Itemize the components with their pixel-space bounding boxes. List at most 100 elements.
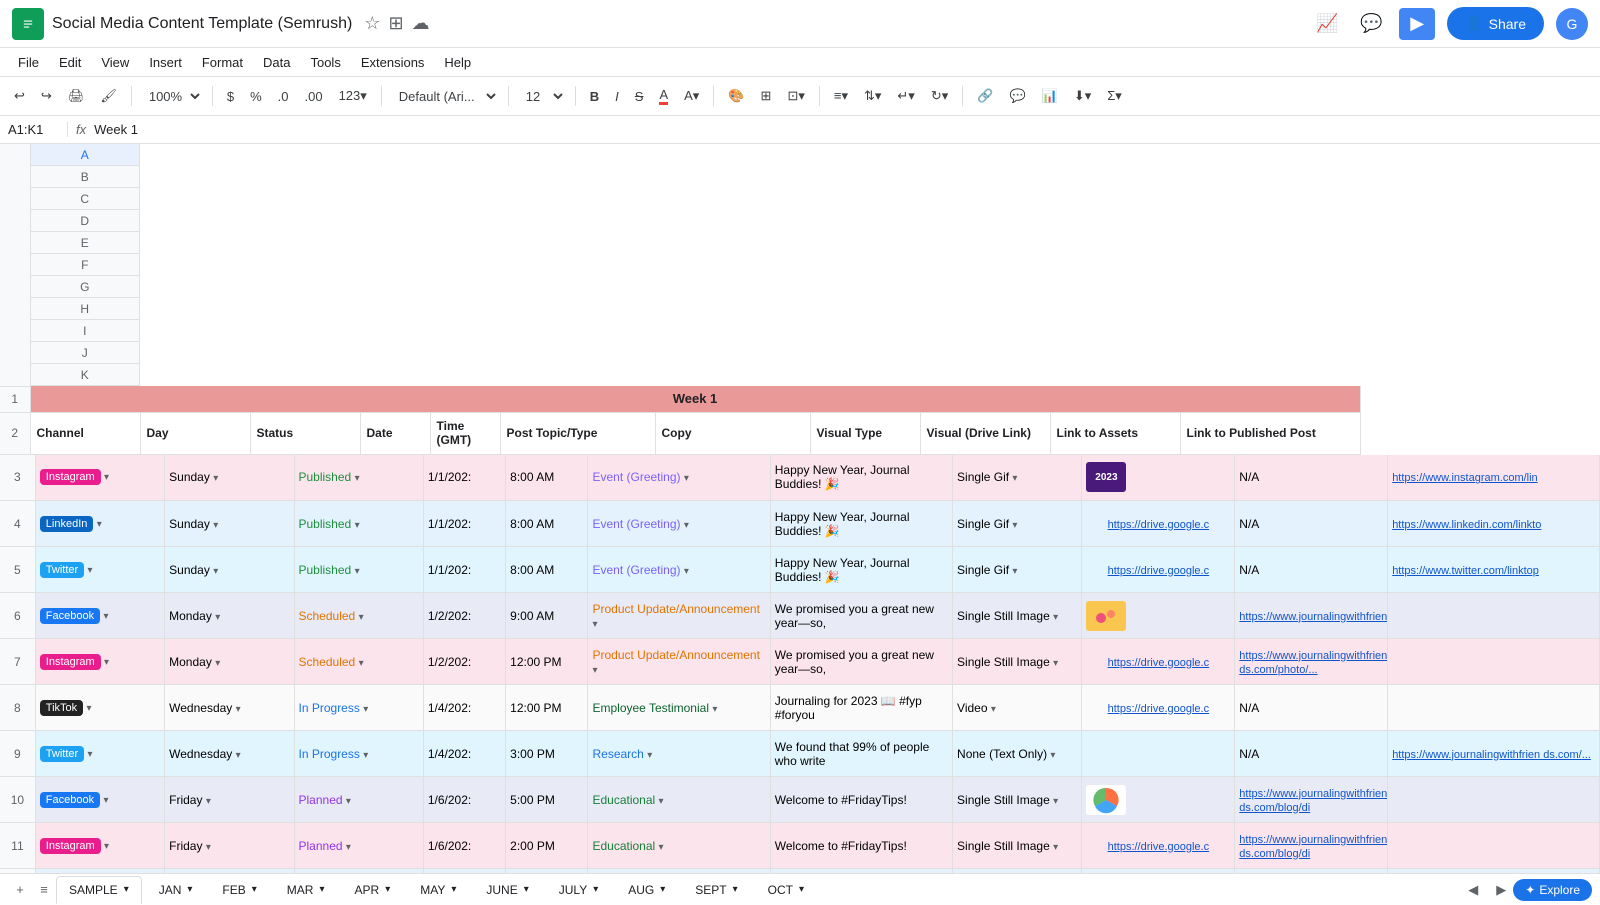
day-dropdown[interactable]: ▾ <box>213 520 218 531</box>
col-header-D[interactable]: D <box>31 210 141 232</box>
sheet-tab-jan[interactable]: JAN▾ <box>146 876 206 904</box>
menu-edit[interactable]: Edit <box>49 51 91 74</box>
currency-button[interactable]: $ <box>221 85 240 108</box>
scroll-left-button[interactable]: ◀ <box>1461 878 1485 902</box>
drive-link[interactable]: https://drive.google.c <box>1108 519 1210 531</box>
channel-dropdown[interactable]: ▾ <box>97 519 102 530</box>
print-button[interactable]: 🖨 <box>62 84 91 108</box>
visual-type-dropdown[interactable]: ▾ <box>1053 658 1058 669</box>
merge-button[interactable]: ⊡▾ <box>781 84 810 108</box>
sheet-tab-june[interactable]: JUNE▾ <box>473 876 541 904</box>
col-header-E[interactable]: E <box>31 232 141 254</box>
channel-dropdown[interactable]: ▾ <box>103 611 108 622</box>
asset-link[interactable]: https://www.journalingwithfrien ds.com/p… <box>1239 650 1387 676</box>
row-header[interactable]: 11 <box>0 823 35 869</box>
row-header[interactable]: 5 <box>0 547 35 593</box>
cell-reference[interactable]: A1:K1 <box>8 122 68 137</box>
col-header-I[interactable]: I <box>31 320 141 342</box>
format-num-button[interactable]: 123▾ <box>333 84 373 108</box>
tab-arrow[interactable]: ▾ <box>319 884 324 895</box>
sheet-tab-sample[interactable]: SAMPLE▾ <box>56 876 142 904</box>
post-type-dropdown[interactable]: ▾ <box>592 619 597 630</box>
day-dropdown[interactable]: ▾ <box>236 750 241 761</box>
chart-button[interactable]: 📊 <box>1036 84 1064 108</box>
underline-button[interactable]: A <box>653 83 674 109</box>
post-type-dropdown[interactable]: ▾ <box>684 520 689 531</box>
channel-dropdown[interactable]: ▾ <box>104 657 109 668</box>
tab-arrow[interactable]: ▾ <box>451 884 456 895</box>
comment-add-button[interactable]: 💬 <box>1003 84 1031 108</box>
col-header-A[interactable]: A <box>31 144 141 166</box>
sheet-tab-feb[interactable]: FEB▾ <box>209 876 269 904</box>
sheet-tab-oct[interactable]: OCT▾ <box>755 876 817 904</box>
explore-button[interactable]: ✦ Explore <box>1513 879 1592 901</box>
meet-icon[interactable]: ▶ <box>1399 8 1435 40</box>
italic-button[interactable]: I <box>609 85 625 108</box>
row-header-1[interactable]: 1 <box>0 386 30 412</box>
status-dropdown[interactable]: ▾ <box>363 750 368 761</box>
published-link[interactable]: https://www.twitter.com/linktop <box>1392 565 1539 577</box>
tab-arrow[interactable]: ▾ <box>385 884 390 895</box>
status-dropdown[interactable]: ▾ <box>346 796 351 807</box>
grid-icon[interactable]: ⊞ <box>388 13 403 34</box>
day-dropdown[interactable]: ▾ <box>236 704 241 715</box>
menu-file[interactable]: File <box>8 51 49 74</box>
text-color-button[interactable]: A▾ <box>678 84 705 108</box>
status-dropdown[interactable]: ▾ <box>359 612 364 623</box>
align-button[interactable]: ≡▾ <box>828 84 854 108</box>
published-link[interactable]: https://www.linkedin.com/linkto <box>1392 519 1541 531</box>
filter-button[interactable]: ⬇▾ <box>1068 84 1097 108</box>
add-sheet-button[interactable]: + <box>8 878 32 902</box>
post-type-dropdown[interactable]: ▾ <box>647 750 652 761</box>
row-header[interactable]: 10 <box>0 777 35 823</box>
tab-arrow[interactable]: ▾ <box>524 884 529 895</box>
status-dropdown[interactable]: ▾ <box>363 704 368 715</box>
undo-button[interactable]: ↩ <box>8 84 31 108</box>
row-header[interactable]: 8 <box>0 685 35 731</box>
drive-link[interactable]: https://drive.google.c <box>1108 841 1210 853</box>
col-header-J[interactable]: J <box>31 342 141 364</box>
day-dropdown[interactable]: ▾ <box>215 612 220 623</box>
menu-format[interactable]: Format <box>192 51 253 74</box>
status-dropdown[interactable]: ▾ <box>346 842 351 853</box>
decimal-more-button[interactable]: .00 <box>298 85 328 108</box>
menu-help[interactable]: Help <box>434 51 481 74</box>
link-button[interactable]: 🔗 <box>971 84 999 108</box>
post-type-dropdown[interactable]: ▾ <box>592 665 597 676</box>
menu-extensions[interactable]: Extensions <box>351 51 435 74</box>
visual-type-dropdown[interactable]: ▾ <box>1050 750 1055 761</box>
sheet-tab-apr[interactable]: APR▾ <box>342 876 404 904</box>
formula-button[interactable]: Σ▾ <box>1101 84 1128 108</box>
status-dropdown[interactable]: ▾ <box>355 520 360 531</box>
activity-icon[interactable]: 📈 <box>1311 8 1343 40</box>
tab-arrow[interactable]: ▾ <box>187 884 192 895</box>
font-family-select[interactable]: Default (Ari... <box>390 85 500 108</box>
share-button[interactable]: 👤 Share <box>1447 7 1544 40</box>
borders-button[interactable]: ⊞ <box>755 84 778 108</box>
menu-tools[interactable]: Tools <box>300 51 350 74</box>
day-dropdown[interactable]: ▾ <box>213 473 218 484</box>
star-icon[interactable]: ☆ <box>364 13 380 34</box>
col-header-G[interactable]: G <box>31 276 141 298</box>
post-type-dropdown[interactable]: ▾ <box>684 566 689 577</box>
channel-dropdown[interactable]: ▾ <box>88 749 93 760</box>
avatar[interactable]: G <box>1556 8 1588 40</box>
percent-button[interactable]: % <box>244 85 268 108</box>
visual-type-dropdown[interactable]: ▾ <box>1053 612 1058 623</box>
day-dropdown[interactable]: ▾ <box>206 796 211 807</box>
col-header-K[interactable]: K <box>31 364 141 386</box>
fill-color-button[interactable]: 🎨 <box>722 84 750 108</box>
cloud-icon[interactable]: ☁ <box>412 13 430 34</box>
zoom-select[interactable]: 100% <box>140 85 204 108</box>
rotate-button[interactable]: ↻▾ <box>925 84 954 108</box>
col-header-H[interactable]: H <box>31 298 141 320</box>
paint-format-button[interactable]: 🖌 <box>94 84 123 108</box>
valign-button[interactable]: ⇅▾ <box>858 84 887 108</box>
status-dropdown[interactable]: ▾ <box>359 658 364 669</box>
visual-type-dropdown[interactable]: ▾ <box>1053 796 1058 807</box>
day-dropdown[interactable]: ▾ <box>206 842 211 853</box>
row-header-2[interactable]: 2 <box>0 412 30 454</box>
sheet-tab-mar[interactable]: MAR▾ <box>274 876 338 904</box>
tab-arrow[interactable]: ▾ <box>733 884 738 895</box>
comment-icon[interactable]: 💬 <box>1355 8 1387 40</box>
